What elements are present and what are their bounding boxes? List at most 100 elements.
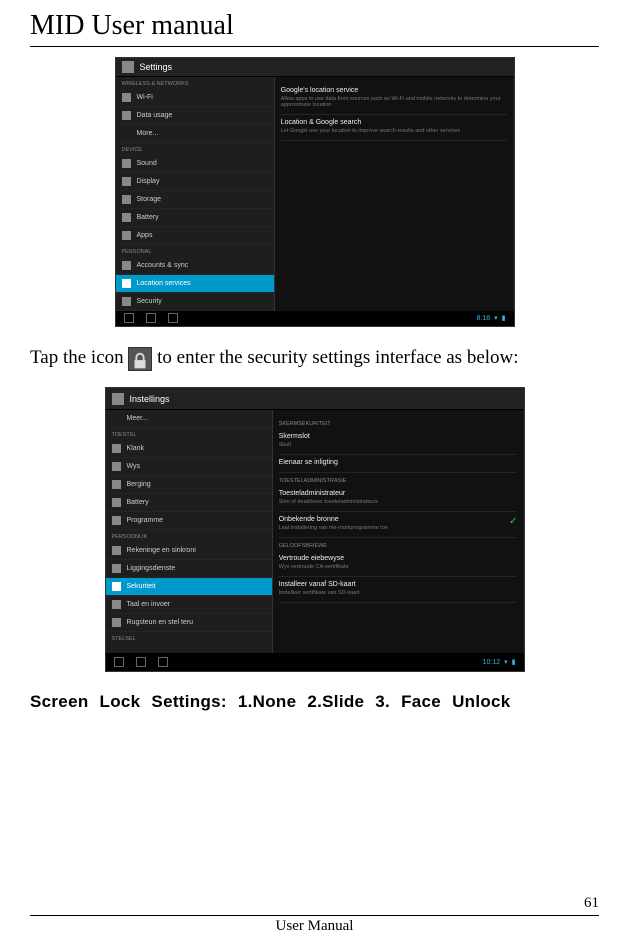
sidebar-item-accounts[interactable]: Rekeninge en sinkroni xyxy=(106,542,272,560)
battery-icon xyxy=(112,498,121,507)
setting-title: Vertroude eiebewyse xyxy=(279,555,518,562)
back-button[interactable] xyxy=(124,313,134,323)
sidebar-item-sound[interactable]: Klank xyxy=(106,440,272,458)
setting-location-search[interactable]: Location & Google search Let Google use … xyxy=(281,115,508,141)
setting-title: Installeer vanaf SD-kaart xyxy=(279,581,518,588)
sidebar-item-more[interactable]: More... xyxy=(116,125,274,143)
section-header: PERSOONLIK xyxy=(106,530,272,542)
setting-subtitle: Installeer sertifikate van SD-kaart xyxy=(279,590,518,596)
app-bar: Instellings xyxy=(106,388,524,410)
sidebar-item-security[interactable]: Sekuriteit xyxy=(106,578,272,596)
status-area: 10:12 ▾ ▮ xyxy=(483,658,516,666)
language-icon xyxy=(112,600,121,609)
sidebar-item-storage[interactable]: Berging xyxy=(106,476,272,494)
status-area: 8:18 ▾ ▮ xyxy=(477,314,506,322)
lock-icon xyxy=(112,582,121,591)
back-button[interactable] xyxy=(114,657,124,667)
page-title: MID User manual xyxy=(30,10,599,47)
sidebar-item-label: Liggingsdienste xyxy=(127,565,176,572)
setting-title: Toesteladministrateur xyxy=(279,490,518,497)
sidebar-item-label: Accounts & sync xyxy=(137,262,189,269)
sidebar-item-accounts[interactable]: Accounts & sync xyxy=(116,257,274,275)
sidebar-item-language[interactable]: Taal en invoer xyxy=(106,596,272,614)
sidebar-item-location[interactable]: Location services xyxy=(116,275,274,293)
clock: 10:12 xyxy=(483,659,501,666)
settings-sidebar: Meer... TOESTEL Klank Wys Berging Batter… xyxy=(106,410,273,653)
screenshot-security-settings: Instellings Meer... TOESTEL Klank Wys Be… xyxy=(105,387,525,672)
detail-section-header: SKERMSEKURITEIT xyxy=(279,416,518,429)
blank-icon xyxy=(122,129,131,138)
battery-status-icon: ▮ xyxy=(502,314,506,322)
lock-icon xyxy=(128,347,152,371)
setting-owner-info[interactable]: Eienaar se inligting xyxy=(279,455,518,473)
setting-subtitle: Wys vertroude CA-sertifikate xyxy=(279,564,518,570)
detail-section-header: TOESTELADMINISTRASIE xyxy=(279,473,518,486)
section-header: TOESTEL xyxy=(106,428,272,440)
text-fragment: to enter the security settings interface… xyxy=(157,347,518,368)
setting-install-from-sd[interactable]: Installeer vanaf SD-kaart Installeer ser… xyxy=(279,577,518,603)
sidebar-item-location[interactable]: Liggingsdienste xyxy=(106,560,272,578)
sound-icon xyxy=(122,159,131,168)
setting-google-location[interactable]: Google's location service Allow apps to … xyxy=(281,83,508,115)
home-button[interactable] xyxy=(136,657,146,667)
blank-icon xyxy=(112,414,121,423)
setting-title: Onbekende bronne xyxy=(279,516,518,523)
sidebar-item-label: Display xyxy=(137,178,160,185)
settings-detail: SKERMSEKURITEIT Skermslot Skuif Eienaar … xyxy=(273,410,524,653)
sidebar-item-display[interactable]: Display xyxy=(116,173,274,191)
setting-unknown-sources[interactable]: ✓ Onbekende bronne Laat installering van… xyxy=(279,512,518,538)
sidebar-item-label: Meer... xyxy=(127,415,148,422)
setting-subtitle: Let Google use your location to improve … xyxy=(281,128,508,134)
sidebar-item-storage[interactable]: Storage xyxy=(116,191,274,209)
footer-text: User Manual xyxy=(30,915,599,935)
setting-subtitle: Laat installering van nie-markprogramme … xyxy=(279,525,518,531)
app-bar-title: Settings xyxy=(140,62,173,72)
sidebar-item-sound[interactable]: Sound xyxy=(116,155,274,173)
sidebar-item-backup[interactable]: Rugsteun en stel teru xyxy=(106,614,272,632)
location-icon xyxy=(122,279,131,288)
sidebar-item-apps[interactable]: Programme xyxy=(106,512,272,530)
apps-icon xyxy=(112,516,121,525)
section-header: STELSEL xyxy=(106,632,272,644)
recents-button[interactable] xyxy=(158,657,168,667)
sidebar-item-label: Rugsteun en stel teru xyxy=(127,619,194,626)
settings-icon xyxy=(122,61,134,73)
sync-icon xyxy=(122,261,131,270)
sidebar-item-label: Programme xyxy=(127,517,164,524)
sidebar-item-label: Wys xyxy=(127,463,141,470)
recents-button[interactable] xyxy=(168,313,178,323)
settings-sidebar: WIRELESS & NETWORKS Wi-Fi Data usage Mor… xyxy=(116,77,275,311)
sidebar-item-label: Battery xyxy=(137,214,159,221)
sync-icon xyxy=(112,546,121,555)
sidebar-item-label: Taal en invoer xyxy=(127,601,171,608)
navigation-bar: 10:12 ▾ ▮ xyxy=(106,653,524,671)
sound-icon xyxy=(112,444,121,453)
display-icon xyxy=(122,177,131,186)
setting-title: Skermslot xyxy=(279,433,518,440)
sidebar-item-label: Location services xyxy=(137,280,191,287)
wifi-status-icon: ▾ xyxy=(504,658,508,666)
setting-title: Google's location service xyxy=(281,87,508,94)
sidebar-item-battery[interactable]: Battery xyxy=(106,494,272,512)
sidebar-item-security[interactable]: Security xyxy=(116,293,274,311)
sidebar-item-label: Sound xyxy=(137,160,157,167)
setting-subtitle: Allow apps to use data from sources such… xyxy=(281,96,508,108)
checkmark-icon: ✓ xyxy=(509,516,517,527)
sidebar-item-label: Battery xyxy=(127,499,149,506)
location-icon xyxy=(112,564,121,573)
sidebar-item-data-usage[interactable]: Data usage xyxy=(116,107,274,125)
clock: 8:18 xyxy=(477,315,491,322)
sidebar-item-battery[interactable]: Battery xyxy=(116,209,274,227)
setting-trusted-credentials[interactable]: Vertroude eiebewyse Wys vertroude CA-ser… xyxy=(279,551,518,577)
setting-screen-lock[interactable]: Skermslot Skuif xyxy=(279,429,518,455)
sidebar-item-wifi[interactable]: Wi-Fi xyxy=(116,89,274,107)
home-button[interactable] xyxy=(146,313,156,323)
battery-status-icon: ▮ xyxy=(512,658,516,666)
setting-device-admin[interactable]: Toesteladministrateur Sien of deaktiveer… xyxy=(279,486,518,512)
sidebar-item-more[interactable]: Meer... xyxy=(106,410,272,428)
text-fragment: Tap the icon xyxy=(30,347,128,368)
sidebar-item-display[interactable]: Wys xyxy=(106,458,272,476)
setting-subtitle: Sien of deaktiveer toesteladministrateur… xyxy=(279,499,518,505)
sidebar-item-apps[interactable]: Apps xyxy=(116,227,274,245)
wifi-status-icon: ▾ xyxy=(494,314,498,322)
